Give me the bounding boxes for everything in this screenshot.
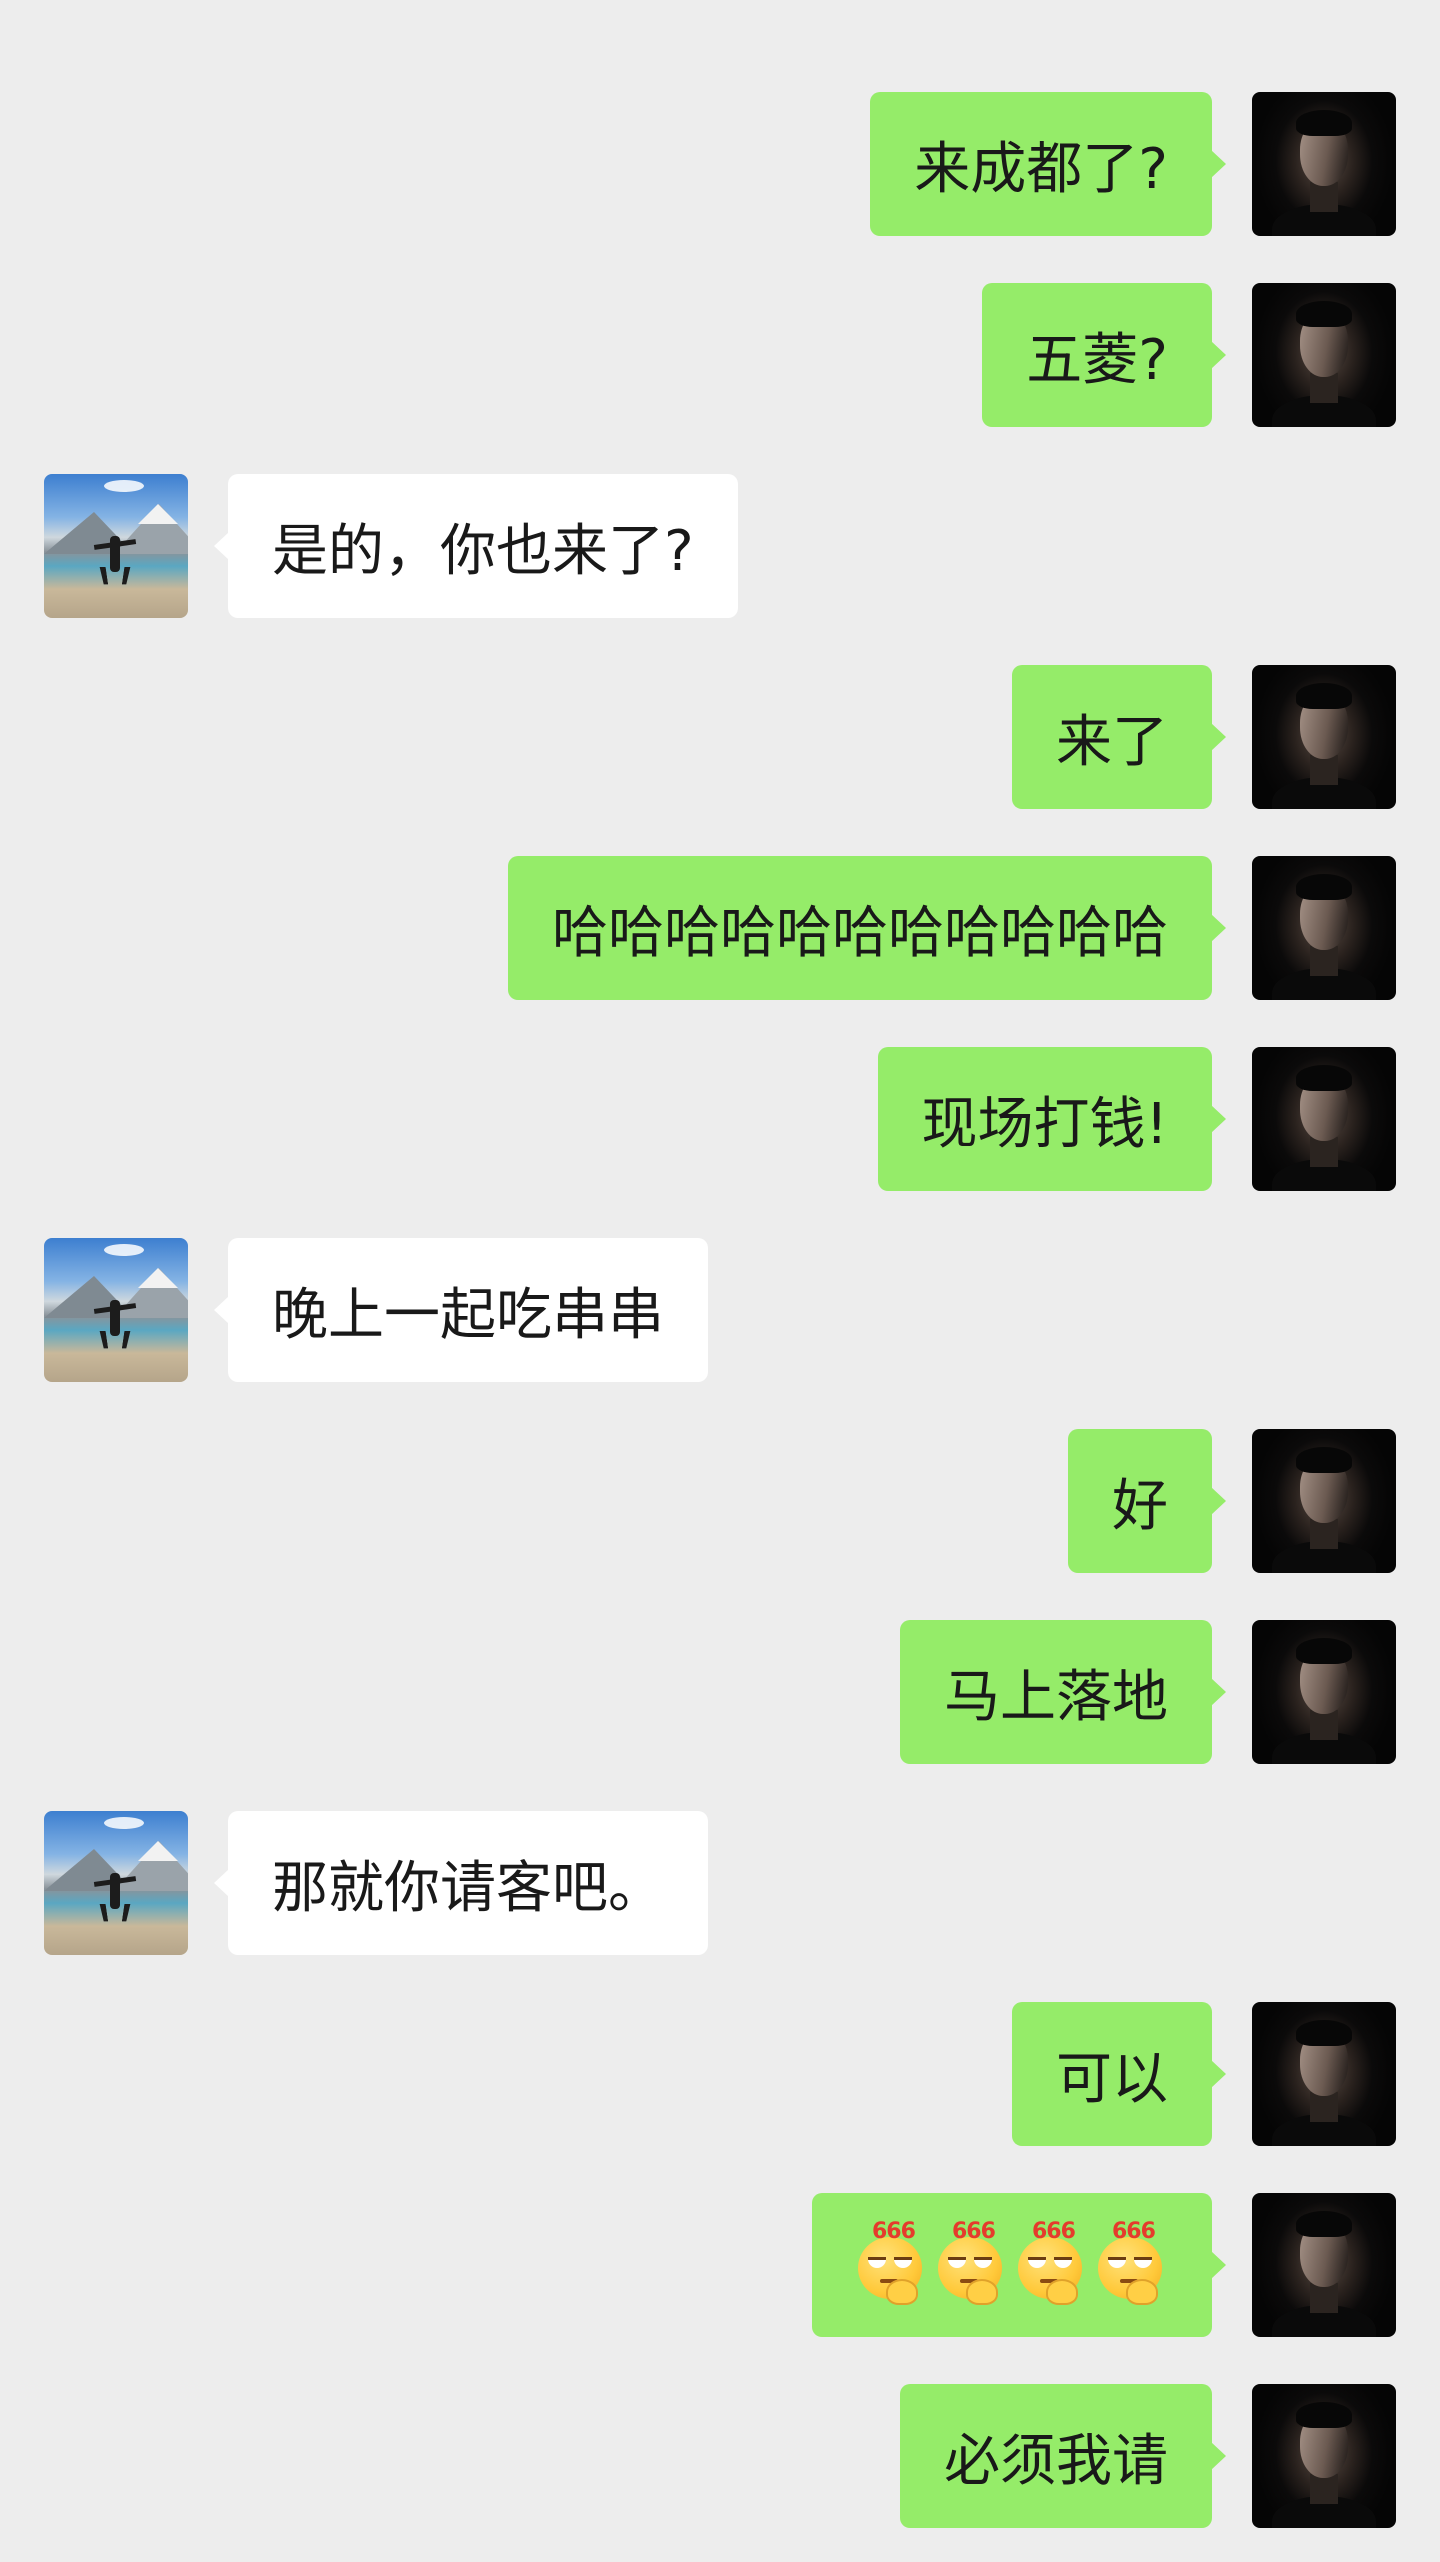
my-avatar[interactable] [1252, 856, 1396, 1000]
contact-avatar[interactable] [44, 1811, 188, 1955]
666-label: 666 [1112, 2219, 1156, 2244]
666-emoji-icon: 666 [936, 2219, 1008, 2305]
666-label: 666 [1032, 2219, 1076, 2244]
message-bubble-sent[interactable]: 五菱? [982, 283, 1226, 427]
message-bubble-sent[interactable]: 可以 [1012, 2002, 1226, 2146]
my-avatar[interactable] [1252, 1429, 1396, 1573]
message-bubble-sent[interactable]: 666 666 666 666 [812, 2193, 1226, 2337]
my-avatar[interactable] [1252, 2002, 1396, 2146]
message-bubble-received[interactable]: 晚上一起吃串串 [214, 1238, 708, 1382]
message-text: 来了 [1056, 709, 1168, 775]
my-avatar[interactable] [1252, 2384, 1396, 2528]
message-bubble-sent[interactable]: 哈哈哈哈哈哈哈哈哈哈哈 [508, 856, 1226, 1000]
message-text: 好 [1112, 1473, 1168, 1539]
contact-avatar[interactable] [44, 1238, 188, 1382]
message-text: 马上落地 [944, 1664, 1168, 1730]
contact-avatar[interactable] [44, 474, 188, 618]
message-text: 五菱? [1026, 327, 1168, 393]
my-avatar[interactable] [1252, 92, 1396, 236]
message-bubble-received[interactable]: 是的，你也来了? [214, 474, 738, 618]
message-bubble-sent[interactable]: 好 [1068, 1429, 1226, 1573]
my-avatar[interactable] [1252, 283, 1396, 427]
message-text: 那就你请客吧。 [272, 1855, 664, 1921]
message-bubble-sent[interactable]: 现场打钱! [877, 1047, 1227, 1191]
666-label: 666 [952, 2219, 996, 2244]
emoji-group: 666 666 666 666 [856, 2219, 1168, 2305]
my-avatar[interactable] [1252, 2193, 1396, 2337]
message-text: 现场打钱! [921, 1091, 1168, 1157]
666-emoji-icon: 666 [1096, 2219, 1168, 2305]
my-avatar[interactable] [1252, 665, 1396, 809]
message-bubble-received[interactable]: 那就你请客吧。 [214, 1811, 708, 1955]
666-emoji-icon: 666 [856, 2219, 928, 2305]
my-avatar[interactable] [1252, 1047, 1396, 1191]
message-text: 是的，你也来了? [272, 518, 694, 584]
666-emoji-icon: 666 [1016, 2219, 1088, 2305]
message-bubble-sent[interactable]: 马上落地 [900, 1620, 1226, 1764]
666-label: 666 [872, 2219, 916, 2244]
message-text: 来成都了? [914, 136, 1168, 202]
message-bubble-sent[interactable]: 必须我请 [900, 2384, 1226, 2528]
message-text: 必须我请 [944, 2428, 1168, 2494]
message-bubble-sent[interactable]: 来成都了? [870, 92, 1226, 236]
message-text: 哈哈哈哈哈哈哈哈哈哈哈 [552, 900, 1168, 966]
my-avatar[interactable] [1252, 1620, 1396, 1764]
message-text: 可以 [1056, 2046, 1168, 2112]
message-bubble-sent[interactable]: 来了 [1012, 665, 1226, 809]
message-text: 晚上一起吃串串 [272, 1282, 664, 1348]
